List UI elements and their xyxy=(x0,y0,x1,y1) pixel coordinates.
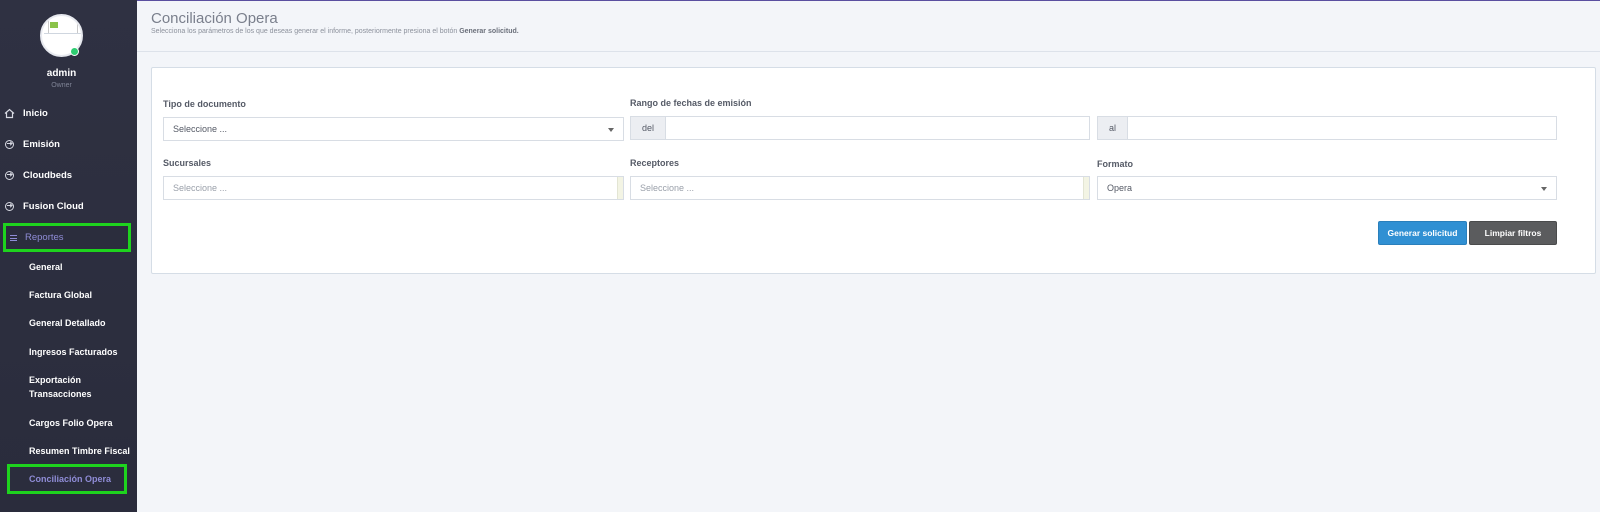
fecha-del-addon: del xyxy=(630,116,666,140)
sidebar-subitem-label-line2: Transacciones xyxy=(29,389,92,399)
formato-label: Formato xyxy=(1097,159,1133,169)
sidebar-subitem-label-line1: Exportación xyxy=(29,375,82,385)
sidebar-subitem-ingresos-facturados[interactable]: Ingresos Facturados xyxy=(29,345,135,359)
sidebar-item-label: Inicio xyxy=(23,107,48,119)
sidebar-subitem-general[interactable]: General xyxy=(29,260,135,274)
sidebar-item-inicio[interactable]: Inicio xyxy=(0,103,137,123)
chevron-down-icon xyxy=(1541,187,1547,191)
sidebar-item-cloudbeds[interactable]: Cloudbeds xyxy=(0,165,137,185)
tipo-documento-label: Tipo de documento xyxy=(163,99,246,109)
chevron-down-icon xyxy=(608,128,614,132)
page-subtitle: Selecciona los parámetros de los que des… xyxy=(151,28,519,35)
arrow-circle-icon xyxy=(4,201,15,212)
multiselect-handle xyxy=(1083,177,1089,199)
header-divider xyxy=(137,51,1600,52)
page-title: Conciliación Opera xyxy=(151,10,278,27)
top-border xyxy=(0,0,1600,1)
sucursales-label: Sucursales xyxy=(163,158,212,168)
user-name: admin xyxy=(46,68,77,79)
tipo-documento-select[interactable]: Seleccione ... xyxy=(163,117,624,141)
receptores-label: Receptores xyxy=(630,158,680,168)
sidebar-subitem-conciliacion-opera[interactable]: Conciliación Opera xyxy=(7,464,127,494)
sidebar: admin Owner Inicio Emisión Cloudbeds Fus… xyxy=(0,0,137,512)
avatar-divider xyxy=(44,33,81,34)
arrow-circle-icon xyxy=(4,139,15,150)
menu-bars-icon xyxy=(10,234,17,241)
fecha-al-input[interactable] xyxy=(1127,116,1557,140)
multiselect-handle xyxy=(617,177,623,199)
receptores-multiselect[interactable]: Seleccione ... xyxy=(630,176,1090,200)
fecha-al-addon: al xyxy=(1097,116,1128,140)
sidebar-item-label: Fusion Cloud xyxy=(23,200,84,212)
sidebar-item-reportes[interactable]: Reportes xyxy=(3,223,131,252)
user-role: Owner xyxy=(51,82,72,89)
formato-value: Opera xyxy=(1107,183,1133,193)
sucursales-placeholder: Seleccione ... xyxy=(173,183,228,193)
sidebar-subitem-cargos-folio-opera[interactable]: Cargos Folio Opera xyxy=(29,416,135,430)
fecha-del-input[interactable] xyxy=(665,116,1090,140)
online-status-dot xyxy=(70,47,79,56)
formato-select[interactable]: Opera xyxy=(1097,176,1557,200)
generar-solicitud-button[interactable]: Generar solicitud xyxy=(1378,221,1467,245)
sidebar-subitem-resumen-timbre-fiscal[interactable]: Resumen Timbre Fiscal xyxy=(29,444,135,458)
page-subtitle-emphasis: Generar solicitud. xyxy=(459,28,519,35)
limpiar-filtros-button[interactable]: Limpiar filtros xyxy=(1469,221,1557,245)
filter-panel: Tipo de documento Seleccione ... Rango d… xyxy=(151,67,1596,274)
home-icon xyxy=(4,108,15,119)
sidebar-subitem-label: Conciliación Opera xyxy=(29,474,112,484)
broken-image-icon xyxy=(48,20,78,34)
sidebar-subitem-general-detallado[interactable]: General Detallado xyxy=(29,316,135,330)
tipo-documento-value: Seleccione ... xyxy=(173,124,228,134)
rango-fechas-label: Rango de fechas de emisión xyxy=(630,98,752,108)
sidebar-subitem-factura-global[interactable]: Factura Global xyxy=(29,288,135,302)
sidebar-subitem-exportacion[interactable]: Exportación Transacciones xyxy=(29,373,135,401)
sidebar-item-label: Reportes xyxy=(25,232,64,243)
sidebar-item-fusion-cloud[interactable]: Fusion Cloud xyxy=(0,196,137,216)
sidebar-item-label: Emisión xyxy=(23,138,60,150)
receptores-placeholder: Seleccione ... xyxy=(640,183,695,193)
arrow-circle-icon xyxy=(4,170,15,181)
page-subtitle-text: Selecciona los parámetros de los que des… xyxy=(151,28,460,35)
sucursales-multiselect[interactable]: Seleccione ... xyxy=(163,176,624,200)
sidebar-item-label: Cloudbeds xyxy=(23,169,73,181)
sidebar-item-emision[interactable]: Emisión xyxy=(0,134,137,154)
